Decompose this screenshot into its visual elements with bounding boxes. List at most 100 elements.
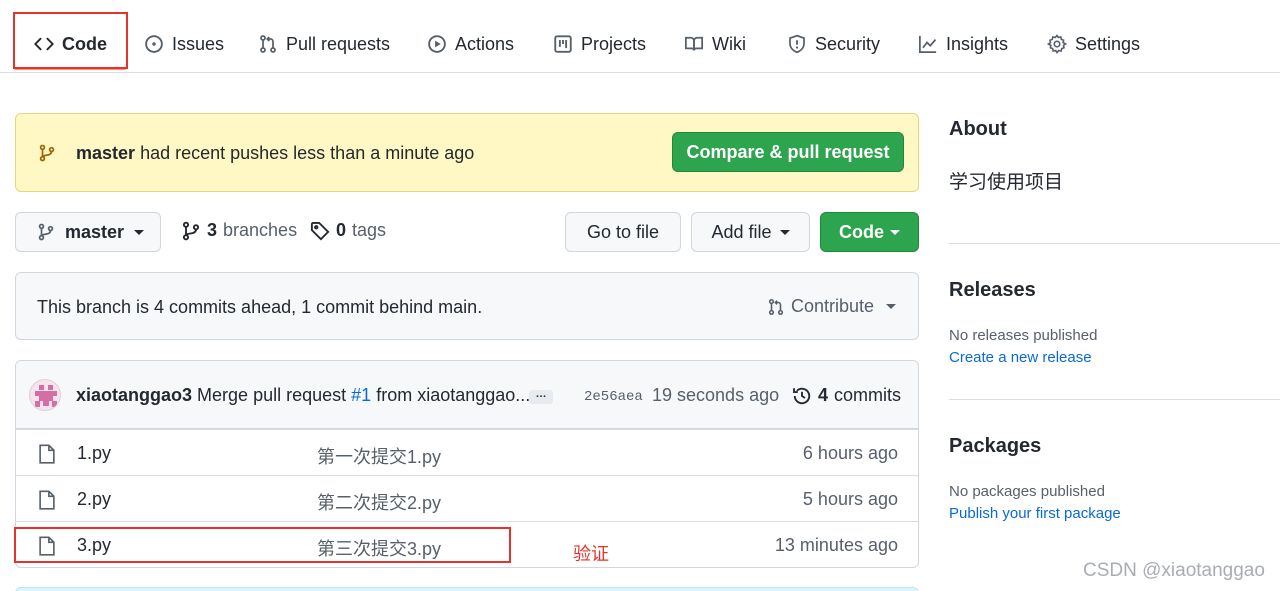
tab-projects[interactable]: Projects xyxy=(553,30,646,58)
file-commit-message[interactable]: 第三次提交3.py xyxy=(317,535,441,561)
go-to-file-label: Go to file xyxy=(586,221,660,242)
tab-security[interactable]: Security xyxy=(787,30,880,58)
tab-issues-label: Issues xyxy=(172,33,225,54)
tab-wiki[interactable]: Wiki xyxy=(684,30,746,58)
file-commit-message[interactable]: 第一次提交1.py xyxy=(317,443,441,469)
file-icon xyxy=(39,444,55,464)
file-row[interactable]: 2.py 第二次提交2.py 5 hours ago xyxy=(16,475,918,521)
tab-settings[interactable]: Settings xyxy=(1047,30,1140,58)
tab-projects-label: Projects xyxy=(581,33,647,54)
issue-opened-icon xyxy=(145,35,163,53)
tag-icon xyxy=(310,221,330,240)
branches-link[interactable]: 3 branches xyxy=(181,220,297,241)
branch-compare-box: This branch is 4 commits ahead, 1 commit… xyxy=(15,272,919,340)
tab-pull-requests[interactable]: Pull requests xyxy=(258,30,390,58)
avatar[interactable] xyxy=(29,379,61,411)
git-branch-icon xyxy=(38,223,54,241)
code-icon xyxy=(34,37,54,51)
latest-commit-message: xiaotanggao3 Merge pull request #1 from … xyxy=(76,385,530,406)
sidebar-divider xyxy=(949,243,1280,244)
commits-history-link[interactable]: 4 commits xyxy=(792,385,901,406)
tab-code-label: Code xyxy=(62,33,107,54)
chevron-down-icon xyxy=(886,304,897,309)
packages-empty-text: No packages published xyxy=(949,483,1105,500)
gear-icon xyxy=(1047,34,1067,54)
tab-insights[interactable]: Insights xyxy=(918,30,1008,58)
chevron-down-icon xyxy=(890,229,900,235)
contribute-button[interactable]: Contribute xyxy=(767,296,897,317)
tab-insights-label: Insights xyxy=(946,33,1009,54)
about-heading: About xyxy=(949,118,1007,140)
sidebar-divider xyxy=(949,399,1280,400)
git-pull-request-icon xyxy=(768,298,784,315)
releases-heading[interactable]: Releases xyxy=(949,279,1036,302)
commit-message-prefix[interactable]: Merge pull request xyxy=(197,385,346,405)
branch-select-button[interactable]: master xyxy=(15,212,161,252)
compare-pull-request-button[interactable]: Compare & pull request xyxy=(672,132,904,172)
tab-security-label: Security xyxy=(815,33,881,54)
branches-count: 3 xyxy=(207,220,218,240)
file-icon xyxy=(39,490,55,510)
file-commit-message[interactable]: 第二次提交2.py xyxy=(317,489,441,515)
tab-pull-requests-label: Pull requests xyxy=(286,33,391,54)
create-release-link[interactable]: Create a new release xyxy=(949,349,1092,366)
file-name[interactable]: 1.py xyxy=(77,443,111,464)
tags-label: tags xyxy=(352,220,387,240)
file-icon xyxy=(39,536,55,556)
file-row[interactable]: 3.py 第三次提交3.py 13 minutes ago xyxy=(16,521,918,567)
chevron-down-icon xyxy=(134,229,145,235)
csdn-watermark: CSDN @xiaotanggao xyxy=(1083,560,1265,581)
repo-nav: Code Issues Pull requests Actions Projec… xyxy=(0,0,1280,73)
tab-code[interactable]: Code xyxy=(34,30,107,58)
git-branch-icon xyxy=(39,144,55,162)
tab-settings-label: Settings xyxy=(1075,33,1141,54)
git-pull-request-icon xyxy=(260,35,276,53)
file-name[interactable]: 2.py xyxy=(77,489,111,510)
file-name[interactable]: 3.py xyxy=(77,535,111,556)
releases-empty-text: No releases published xyxy=(949,327,1098,344)
add-file-label: Add file xyxy=(711,221,772,242)
pushed-branch-name[interactable]: master xyxy=(76,143,135,163)
recent-push-text: had recent pushes less than a minute ago xyxy=(140,143,475,163)
code-dropdown-label: Code xyxy=(839,221,884,242)
commit-sha[interactable]: 2e56aea xyxy=(584,389,643,405)
commit-message-suffix[interactable]: from xiaotanggao... xyxy=(376,385,530,405)
add-file-button[interactable]: Add file xyxy=(691,212,810,252)
tab-actions-label: Actions xyxy=(455,33,515,54)
git-branch-icon xyxy=(182,221,200,240)
repo-description: 学习使用项目 xyxy=(949,171,1064,193)
commit-author[interactable]: xiaotanggao3 xyxy=(76,385,192,405)
chevron-down-icon xyxy=(779,229,790,235)
identicon-image xyxy=(35,385,57,407)
tags-link[interactable]: 0 tags xyxy=(310,220,386,241)
history-icon xyxy=(793,387,811,404)
branches-label: branches xyxy=(223,220,298,240)
selected-tab-underline xyxy=(14,67,126,70)
code-dropdown-button[interactable]: Code xyxy=(820,212,919,252)
readme-box-edge xyxy=(15,587,919,591)
commit-time: 19 seconds ago xyxy=(652,385,780,405)
current-branch-label: master xyxy=(65,221,125,242)
latest-commit-row: xiaotanggao3 Merge pull request #1 from … xyxy=(16,361,918,429)
file-row[interactable]: 1.py 第一次提交1.py 6 hours ago xyxy=(16,429,918,475)
tags-count: 0 xyxy=(336,220,347,240)
commits-label: commits xyxy=(834,385,902,405)
commits-count: 4 xyxy=(818,385,829,405)
book-icon xyxy=(685,36,703,51)
tab-wiki-label: Wiki xyxy=(712,33,746,54)
packages-heading[interactable]: Packages xyxy=(949,435,1041,458)
expand-commit-message-button[interactable]: … xyxy=(529,389,553,404)
shield-icon xyxy=(789,34,805,54)
graph-icon xyxy=(919,35,937,53)
file-age: 6 hours ago xyxy=(802,443,898,463)
tab-actions[interactable]: Actions xyxy=(427,30,514,58)
recent-push-message: master had recent pushes less than a min… xyxy=(76,143,474,164)
go-to-file-button[interactable]: Go to file xyxy=(565,212,681,252)
branch-compare-text: This branch is 4 commits ahead, 1 commit… xyxy=(37,297,483,317)
file-age: 13 minutes ago xyxy=(774,535,898,555)
tab-issues[interactable]: Issues xyxy=(144,30,224,58)
pull-request-link[interactable]: #1 xyxy=(351,385,371,405)
publish-package-link[interactable]: Publish your first package xyxy=(949,505,1121,522)
recent-push-banner: master had recent pushes less than a min… xyxy=(15,113,919,192)
compare-pull-request-label: Compare & pull request xyxy=(686,141,890,162)
